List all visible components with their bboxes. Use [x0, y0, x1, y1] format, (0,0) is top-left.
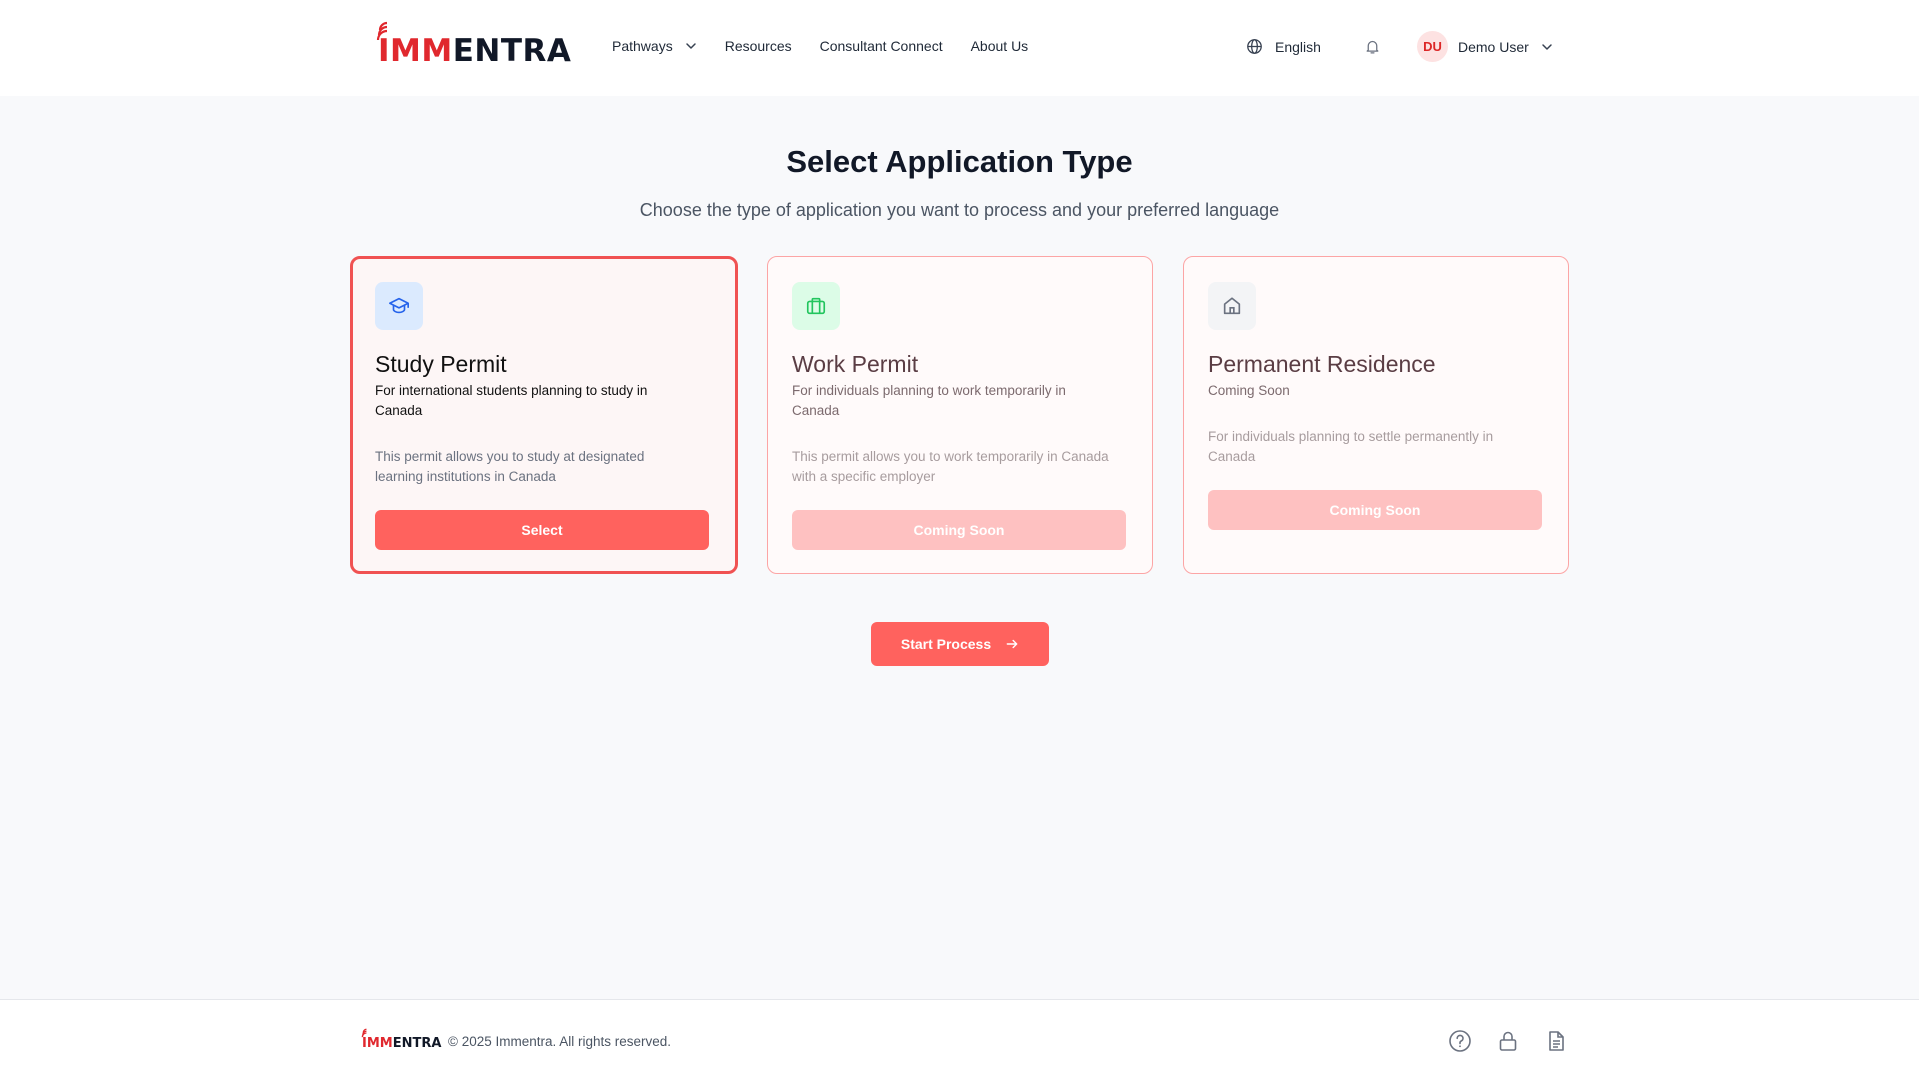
card-icon-tile [375, 282, 423, 330]
notifications-button[interactable] [1364, 38, 1381, 60]
start-process-label: Start Process [900, 636, 992, 652]
permanent-residence-card: Permanent Residence Coming Soon For indi… [1183, 256, 1569, 574]
brand-logo[interactable]: IMMENTRA [374, 20, 571, 70]
card-description: Coming Soon [1208, 383, 1290, 398]
start-process-button[interactable]: Start Process [871, 622, 1049, 666]
graduation-cap-icon [389, 297, 409, 314]
card-detail: This permit allows you to study at desig… [375, 449, 645, 484]
language-label: English [1275, 38, 1321, 55]
nav-item-label: Consultant Connect [819, 38, 943, 54]
nav-item-resources[interactable]: Resources [725, 38, 792, 54]
card-icon-tile [1208, 282, 1256, 330]
nav-item-pathways[interactable]: Pathways [612, 38, 697, 54]
language-selector[interactable]: English [1246, 38, 1321, 55]
avatar: DU [1417, 31, 1448, 62]
nav-item-about-us[interactable]: About Us [971, 38, 1029, 54]
card-detail: For individuals planning to settle perma… [1208, 429, 1494, 464]
work-permit-card: Work Permit For individuals planning to … [767, 256, 1153, 574]
copyright-text: © 2025 Immentra. All rights reserved. [448, 1034, 672, 1049]
lock-icon[interactable] [1496, 1029, 1520, 1053]
brand-wordmark: IMMENTRA [378, 33, 572, 69]
study-permit-card[interactable]: Study Permit For international students … [350, 256, 738, 574]
document-icon[interactable] [1544, 1029, 1568, 1053]
nav-item-label: Resources [724, 38, 792, 54]
arrow-right-icon [1006, 639, 1018, 649]
card-icon-tile [792, 282, 840, 330]
card-title: Permanent Residence [1208, 351, 1436, 377]
help-circle-icon[interactable] [1448, 1029, 1472, 1053]
user-name: Demo User [1458, 38, 1529, 55]
nav-item-label: Pathways [612, 38, 673, 54]
user-menu[interactable]: DU Demo User [1417, 31, 1553, 62]
card-description: For international students planning to s… [375, 383, 648, 418]
home-icon [1223, 297, 1241, 315]
card-title: Work Permit [792, 351, 919, 377]
top-header: IMMENTRA Pathways Resources Consultant C… [0, 0, 1919, 96]
footer-logo[interactable]: IMMENTRA [360, 1028, 441, 1054]
chevron-down-icon [1542, 43, 1552, 50]
globe-icon [1247, 39, 1262, 54]
footer-wordmark: IMMENTRA [362, 1036, 442, 1051]
chevron-down-icon [685, 43, 696, 49]
page-title: Select Application Type [786, 144, 1133, 179]
nav-item-consultant-connect[interactable]: Consultant Connect [820, 38, 943, 54]
card-title: Study Permit [375, 351, 507, 377]
work-permit-coming-soon-button: Coming Soon [792, 510, 1126, 550]
card-description: For individuals planning to work tempora… [792, 383, 1066, 418]
nav-item-label: About Us [970, 38, 1029, 54]
page-subtitle: Choose the type of application you want … [639, 200, 1280, 220]
footer-links [1448, 1029, 1568, 1053]
card-detail: This permit allows you to work temporari… [792, 449, 1109, 484]
permanent-residence-coming-soon-button: Coming Soon [1208, 490, 1542, 530]
bell-icon [1366, 40, 1379, 54]
page-footer: IMMENTRA © 2025 Immentra. All rights res… [0, 999, 1919, 1079]
select-study-permit-button[interactable]: Select [375, 510, 709, 550]
briefcase-icon [806, 297, 826, 315]
main-nav: Pathways Resources Consultant Connect Ab… [612, 38, 1028, 54]
